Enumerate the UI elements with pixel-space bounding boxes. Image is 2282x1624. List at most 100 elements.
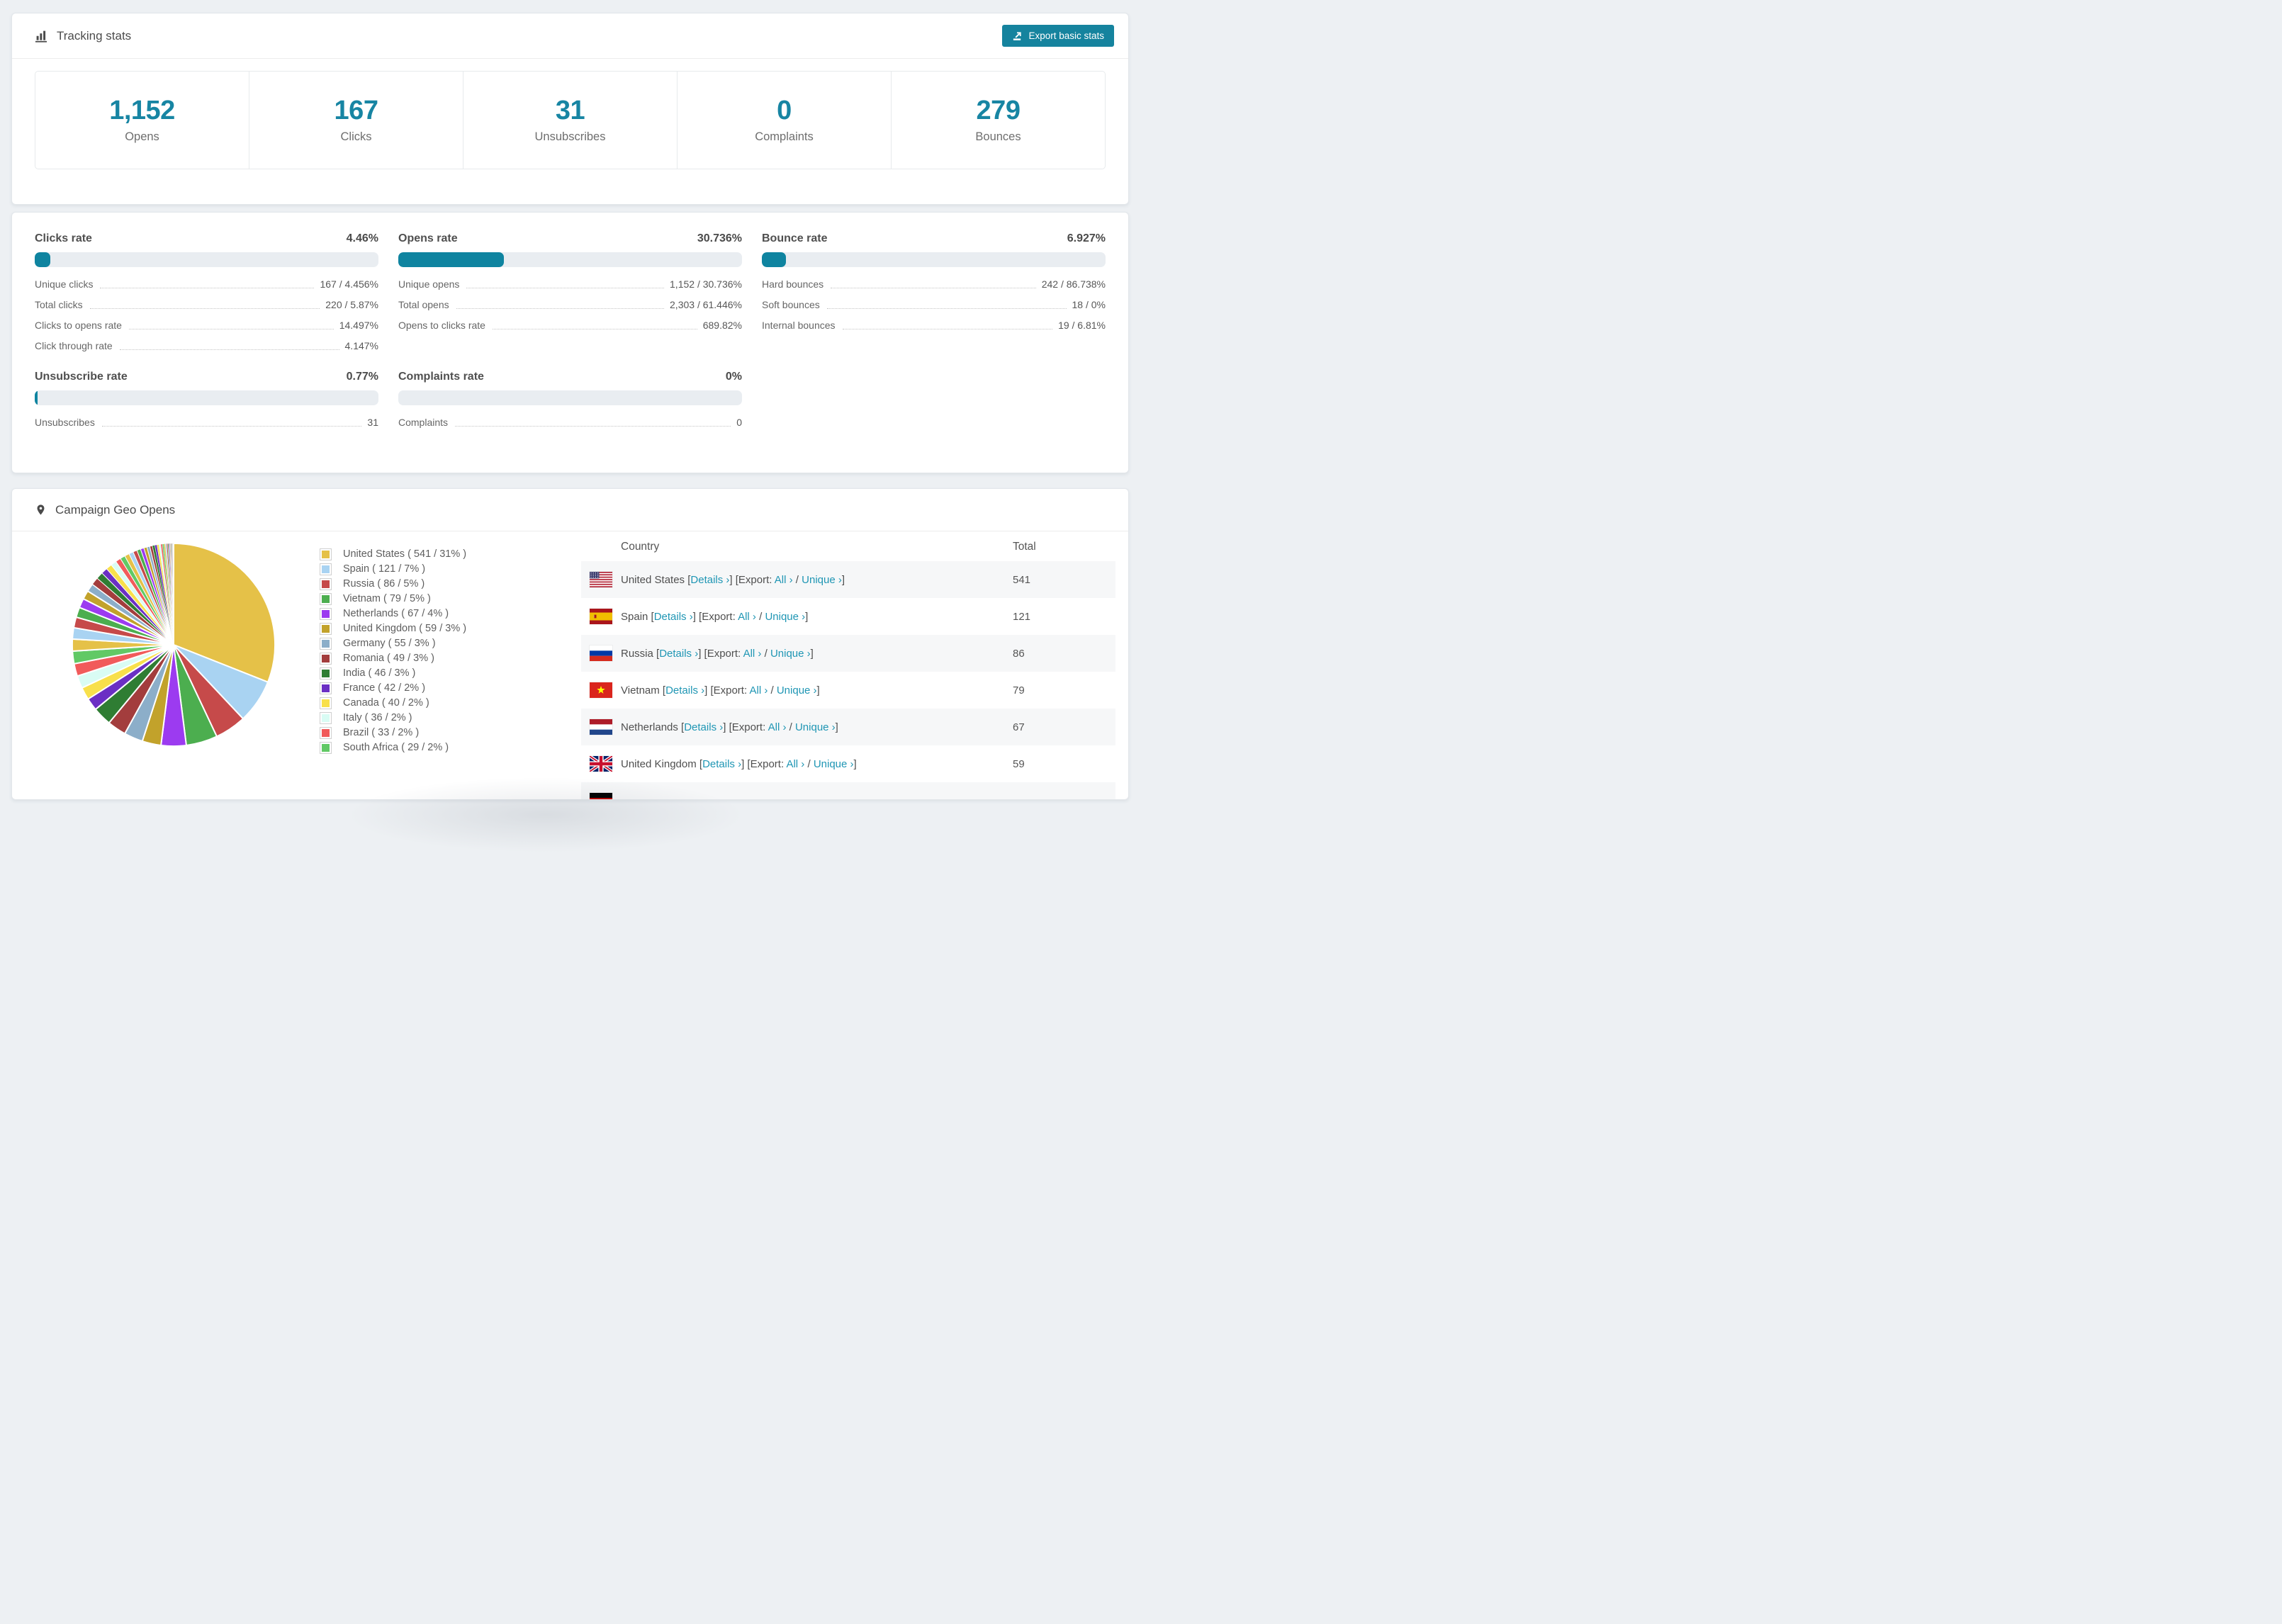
- export-all-link[interactable]: All ›: [743, 648, 762, 660]
- legend-label: Brazil ( 33 / 2% ): [343, 727, 420, 739]
- export-unique-link[interactable]: Unique ›: [795, 721, 836, 733]
- legend-swatch: [320, 653, 332, 665]
- legend-label: Netherlands ( 67 / 4% ): [343, 608, 449, 620]
- rate-progress-track: [398, 390, 742, 405]
- rate-rows: Unsubscribes 31: [35, 417, 378, 429]
- geo-title-wrap: Campaign Geo Opens: [35, 503, 175, 517]
- details-link[interactable]: Details ›: [690, 574, 729, 586]
- stat-label: Complaints: [755, 130, 814, 143]
- rate-detail-value: 220 / 5.87%: [325, 299, 378, 310]
- dotted-leader: [119, 349, 339, 350]
- stat-box: 167 Clicks: [249, 72, 463, 169]
- rate-title: Unsubscribe rate: [35, 371, 128, 383]
- legend-label: United Kingdom ( 59 / 3% ): [343, 623, 467, 635]
- geo-row-text: United States [Details ›] [Export: All ›…: [621, 573, 845, 586]
- rate-title: Complaints rate: [398, 371, 484, 383]
- table-row: Spain [Details ›] [Export: All › / Uniqu…: [581, 598, 1115, 635]
- rate-progress-track: [398, 252, 742, 267]
- rate-value: 6.927%: [1067, 232, 1106, 244]
- rate-value: 30.736%: [697, 232, 742, 244]
- legend-swatch: [320, 712, 332, 724]
- details-link[interactable]: Details ›: [702, 758, 741, 770]
- rate-detail-row: Clicks to opens rate 14.497%: [35, 320, 378, 332]
- rate-rows: Complaints 0: [398, 417, 742, 429]
- export-unique-link[interactable]: Unique ›: [814, 758, 854, 770]
- rate-progress-fill: [762, 252, 786, 267]
- details-link[interactable]: Details ›: [659, 648, 698, 660]
- geo-row-total: 67: [1013, 721, 1025, 733]
- rate-detail-label: Click through rate: [35, 340, 113, 351]
- rate-detail-value: 31: [367, 417, 378, 428]
- legend-item[interactable]: India ( 46 / 3% ): [320, 667, 466, 680]
- legend-item[interactable]: Germany ( 55 / 3% ): [320, 638, 466, 650]
- legend-item[interactable]: Italy ( 36 / 2% ): [320, 712, 466, 724]
- table-row: United States [Details ›] [Export: All ›…: [581, 561, 1115, 598]
- details-link[interactable]: Details ›: [665, 684, 704, 697]
- rate-detail-value: 689.82%: [702, 320, 742, 331]
- geo-table-header: Country Total: [581, 533, 1115, 561]
- geo-row-text: Vietnam [Details ›] [Export: All › / Uni…: [621, 684, 820, 697]
- rate-rows: Hard bounces 242 / 86.738% Soft bounces …: [762, 278, 1106, 332]
- legend-item[interactable]: Romania ( 49 / 3% ): [320, 653, 466, 665]
- table-row: Vietnam [Details ›] [Export: All › / Uni…: [581, 672, 1115, 709]
- legend-label: France ( 42 / 2% ): [343, 682, 426, 694]
- rate-detail-value: 167 / 4.456%: [320, 278, 378, 290]
- rate-detail-row: Internal bounces 19 / 6.81%: [762, 320, 1106, 332]
- export-basic-stats-button[interactable]: Export basic stats: [1002, 25, 1114, 47]
- rate-head: Unsubscribe rate 0.77%: [35, 371, 378, 383]
- rate-head: Bounce rate 6.927%: [762, 232, 1106, 245]
- legend-swatch: [320, 593, 332, 605]
- es-flag-icon: [590, 609, 612, 624]
- legend-label: Vietnam ( 79 / 5% ): [343, 593, 431, 605]
- legend-label: United States ( 541 / 31% ): [343, 548, 467, 560]
- tracking-stats-title: Tracking stats: [35, 29, 131, 43]
- rate-progress-fill: [398, 252, 505, 267]
- details-link[interactable]: Details ›: [654, 611, 693, 623]
- legend-item[interactable]: Brazil ( 33 / 2% ): [320, 727, 466, 739]
- rate-detail-row: Hard bounces 242 / 86.738%: [762, 278, 1106, 291]
- rate-detail-label: Internal bounces: [762, 320, 836, 331]
- stat-box: 279 Bounces: [891, 72, 1105, 169]
- legend-item[interactable]: Vietnam ( 79 / 5% ): [320, 593, 466, 605]
- rate-panel: Clicks rate 4.46% Unique clicks 167 / 4.…: [35, 232, 378, 352]
- geo-row-total: 79: [1013, 684, 1025, 697]
- legend-swatch: [320, 727, 332, 739]
- legend-item[interactable]: France ( 42 / 2% ): [320, 682, 466, 694]
- export-unique-link[interactable]: Unique ›: [777, 684, 817, 697]
- export-unique-link[interactable]: Unique ›: [802, 574, 842, 586]
- export-all-link[interactable]: All ›: [775, 574, 793, 586]
- legend-item[interactable]: Russia ( 86 / 5% ): [320, 578, 466, 590]
- rate-detail-label: Opens to clicks rate: [398, 320, 485, 331]
- export-unique-link[interactable]: Unique ›: [765, 611, 805, 623]
- export-all-link[interactable]: All ›: [768, 721, 787, 733]
- stat-label: Unsubscribes: [534, 130, 606, 143]
- export-all-link[interactable]: All ›: [786, 758, 804, 770]
- legend-item[interactable]: United States ( 541 / 31% ): [320, 548, 466, 560]
- legend-swatch: [320, 608, 332, 620]
- legend-swatch: [320, 682, 332, 694]
- legend-item[interactable]: South Africa ( 29 / 2% ): [320, 742, 466, 754]
- table-row: [581, 782, 1115, 799]
- legend-item[interactable]: United Kingdom ( 59 / 3% ): [320, 623, 466, 635]
- tracking-stats-header: Tracking stats Export basic stats: [12, 13, 1128, 59]
- rate-progress-fill: [35, 252, 50, 267]
- export-unique-link[interactable]: Unique ›: [770, 648, 811, 660]
- legend-item[interactable]: Spain ( 121 / 7% ): [320, 563, 466, 575]
- rate-detail-value: 4.147%: [344, 340, 378, 351]
- rate-detail-label: Unsubscribes: [35, 417, 95, 428]
- dotted-leader: [101, 426, 362, 427]
- geo-row-total: 86: [1013, 647, 1025, 660]
- legend-label: South Africa ( 29 / 2% ): [343, 742, 449, 754]
- export-all-link[interactable]: All ›: [738, 611, 756, 623]
- stat-box: 31 Unsubscribes: [463, 72, 677, 169]
- legend-item[interactable]: Canada ( 40 / 2% ): [320, 697, 466, 709]
- export-all-link[interactable]: All ›: [749, 684, 768, 697]
- geo-row-text: United Kingdom [Details ›] [Export: All …: [621, 757, 857, 770]
- dotted-leader: [89, 308, 320, 309]
- legend-swatch: [320, 638, 332, 650]
- legend-swatch: [320, 578, 332, 590]
- legend-item[interactable]: Netherlands ( 67 / 4% ): [320, 608, 466, 620]
- legend-label: Germany ( 55 / 3% ): [343, 638, 436, 650]
- details-link[interactable]: Details ›: [684, 721, 723, 733]
- rate-detail-label: Unique clicks: [35, 278, 94, 290]
